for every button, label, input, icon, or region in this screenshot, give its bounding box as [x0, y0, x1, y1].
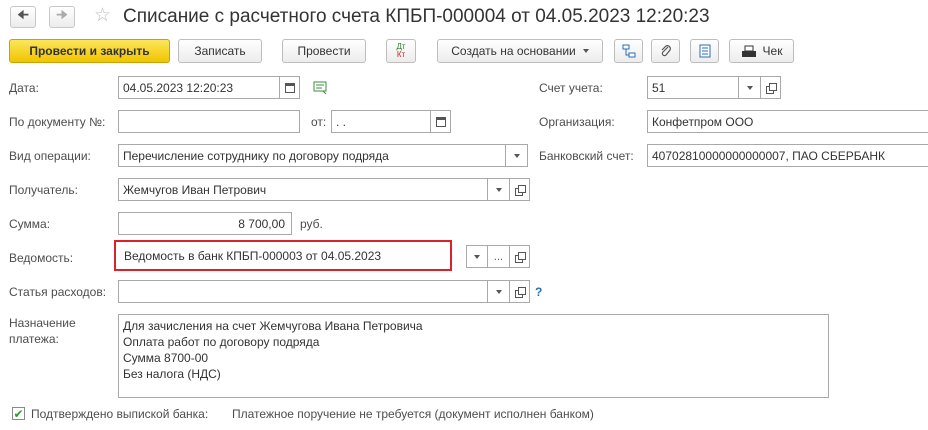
doc-date-input[interactable]: . .: [331, 110, 431, 133]
calendar-icon: [435, 116, 446, 127]
operation-type-label: Вид операции:: [9, 149, 91, 163]
amount-input[interactable]: 8 700,00: [118, 212, 292, 235]
favorite-star-icon[interactable]: ☆: [94, 6, 111, 26]
bank-account-label: Банковский счет:: [539, 149, 634, 163]
recipient-input[interactable]: Жемчугов Иван Петрович: [118, 178, 488, 201]
cash-register-icon: [741, 45, 756, 57]
paperclip-icon: [661, 45, 671, 57]
structure-button[interactable]: [614, 39, 643, 63]
expense-item-dropdown[interactable]: [488, 280, 510, 303]
create-based-on-button[interactable]: Создать на основании: [437, 39, 603, 63]
account-input[interactable]: 51: [647, 76, 739, 99]
purpose-line: Сумма 8700-00: [123, 351, 209, 365]
calendar-icon: [284, 82, 295, 93]
open-icon: [515, 287, 526, 298]
receipt-button[interactable]: Чек: [729, 39, 794, 63]
account-open-button[interactable]: [761, 76, 781, 99]
dt-kt-button[interactable]: Дт Кт: [386, 39, 416, 63]
arrow-right-icon: 🠊: [55, 7, 69, 22]
expense-item-open-button[interactable]: [510, 280, 530, 303]
chevron-down-icon: [495, 187, 502, 192]
open-icon: [515, 185, 526, 196]
create-based-label: Создать на основании: [451, 44, 576, 58]
structure-icon: [622, 44, 635, 58]
statement-open-button[interactable]: [510, 245, 530, 268]
recipient-label: Получатель:: [9, 183, 78, 197]
chevron-down-icon: [495, 289, 502, 294]
open-icon: [766, 83, 777, 94]
history-icon[interactable]: [313, 81, 329, 98]
statement-select-button[interactable]: ...: [488, 245, 510, 268]
post-button[interactable]: Провести: [282, 39, 366, 63]
amount-label: Сумма:: [9, 217, 51, 231]
date-label: Дата:: [9, 81, 39, 95]
organization-input[interactable]: Конфетпром ООО: [647, 110, 928, 133]
chevron-down-icon: [474, 254, 480, 259]
expense-item-input[interactable]: [118, 280, 488, 303]
date-calendar-button[interactable]: [280, 76, 300, 99]
date-input[interactable]: 04.05.2023 12:20:23: [118, 76, 280, 99]
document-list-icon: [699, 44, 710, 58]
purpose-label-line-1: Назначение: [9, 316, 76, 330]
expense-item-label: Статья расходов:: [9, 285, 107, 299]
save-button[interactable]: Записать: [178, 39, 262, 63]
doc-date-calendar-button[interactable]: [431, 110, 451, 133]
window-title: Списание с расчетного счета КПБП-000004 …: [123, 6, 710, 27]
bank-confirmed-checkbox[interactable]: ✔: [12, 407, 25, 420]
dt-kt-icon-bottom: Кт: [396, 50, 406, 59]
checkmark-icon: ✔: [13, 406, 24, 421]
receipt-label: Чек: [762, 44, 783, 58]
purpose-line: Для зачисления на счет Жемчугова Ивана П…: [123, 319, 423, 333]
purpose-line: Оплата работ по договору подряда: [123, 335, 320, 349]
recipient-dropdown[interactable]: [488, 178, 510, 201]
forward-button[interactable]: 🠊: [49, 6, 75, 28]
doc-number-label: По документу №:: [9, 115, 106, 129]
statement-label: Ведомость:: [9, 251, 74, 265]
doc-date-from-label: от:: [311, 115, 327, 129]
operation-type-select[interactable]: Перечисление сотруднику по договору подр…: [118, 144, 506, 167]
chevron-down-icon: [513, 153, 520, 158]
operation-type-dropdown[interactable]: [506, 144, 528, 167]
payment-purpose-textarea[interactable]: Для зачисления на счет Жемчугова Ивана П…: [118, 314, 829, 398]
purpose-line: Без налога (НДС): [123, 367, 221, 381]
arrow-left-icon: 🠈: [16, 7, 30, 22]
statement-input[interactable]: Ведомость в банк КПБП-000003 от 04.05.20…: [114, 240, 452, 271]
report-button[interactable]: [690, 39, 719, 63]
bank-confirmed-note: Платежное поручение не требуется (докуме…: [232, 407, 594, 421]
chevron-down-icon: [582, 49, 589, 53]
attach-button[interactable]: [651, 39, 680, 63]
account-dropdown[interactable]: [739, 76, 761, 99]
chevron-down-icon: [746, 85, 753, 90]
recipient-open-button[interactable]: [510, 178, 530, 201]
bank-account-input[interactable]: 40702810000000000007, ПАО СБЕРБАНК: [647, 144, 928, 167]
help-icon[interactable]: ?: [535, 285, 542, 299]
purpose-label: Назначение платежа:: [9, 315, 76, 347]
bank-confirmed-label: Подтверждено выпиской банка:: [31, 407, 209, 421]
doc-number-input[interactable]: [118, 110, 300, 133]
account-label: Счет учета:: [539, 81, 603, 95]
post-and-close-button[interactable]: Провести и закрыть: [9, 39, 170, 63]
purpose-label-line-2: платежа:: [9, 332, 59, 346]
organization-label: Организация:: [539, 115, 615, 129]
open-icon: [515, 252, 526, 263]
currency-label: руб.: [300, 217, 323, 231]
back-button[interactable]: 🠈: [10, 6, 36, 28]
statement-dropdown[interactable]: [466, 245, 488, 268]
